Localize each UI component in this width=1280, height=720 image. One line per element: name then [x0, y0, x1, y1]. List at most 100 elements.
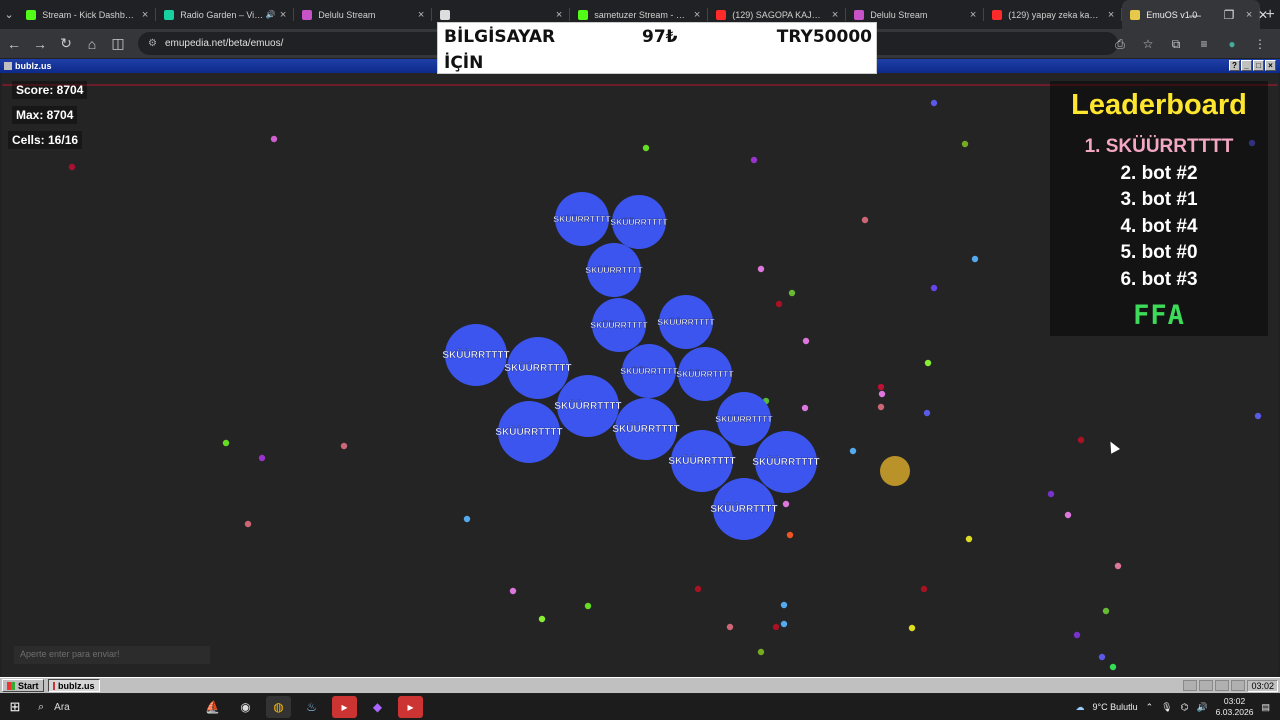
taskbar-item-bublz[interactable]: bublz.us — [47, 679, 100, 692]
back-button[interactable]: ← — [2, 32, 26, 56]
browser-tab[interactable]: Stream - Kick Dashboard × — [18, 0, 157, 29]
windows-clock[interactable]: 03:02 6.03.2026 — [1216, 696, 1254, 718]
windows-logo-icon — [7, 681, 15, 690]
obs-icon[interactable]: ◉ — [233, 696, 258, 718]
minimize-button[interactable]: — — [1178, 0, 1212, 29]
tray-icon[interactable] — [1231, 680, 1246, 691]
tab-label: (129) yapay zeka kamera — [1008, 9, 1104, 20]
player-cell-name: SKÜÜRRTTTT — [553, 214, 611, 224]
site-info-icon[interactable]: ⚙ — [148, 38, 157, 49]
leaderboard-entry: 3. bot #1 — [1120, 189, 1198, 211]
player-cell: SKÜÜRRTTTT — [710, 478, 778, 540]
steam-icon[interactable]: ♨ — [299, 696, 324, 718]
tab-close-icon[interactable]: × — [556, 9, 562, 21]
install-app-icon[interactable]: ⎙ — [1106, 32, 1134, 56]
player-cell: SKÜÜRRTTTT — [676, 347, 735, 401]
media-controls-icon[interactable]: ≡ — [1190, 32, 1218, 56]
notification-icon[interactable]: ▤ — [1261, 702, 1270, 713]
pinned-apps: ⛵ ◉ ◍ ♨ ▸ ◆ ▸ — [200, 696, 423, 718]
emu-window-title: bublz.us — [15, 61, 52, 71]
promo-line2: İÇİN — [444, 53, 484, 73]
leaderboard-title: Leaderboard — [1071, 89, 1247, 121]
reload-button[interactable]: ↻ — [54, 32, 78, 56]
tray-icon[interactable] — [1199, 680, 1214, 691]
tab-label: Radio Garden – Virgin — [180, 9, 266, 20]
tab-close-icon[interactable]: × — [970, 9, 976, 21]
record-icon — [440, 9, 451, 20]
profile-avatar[interactable]: ● — [1218, 32, 1246, 56]
player-cell-name: SKÜÜRRTTTT — [610, 217, 668, 227]
leaderboard-entry: 1. SKÜÜRRTTTT — [1084, 136, 1234, 157]
tray-icon[interactable] — [1215, 680, 1230, 691]
close-window-button[interactable]: ✕ — [1246, 0, 1280, 29]
emu-start-label: Start — [18, 680, 39, 691]
player-cell: SKÜÜRRTTTT — [504, 337, 572, 399]
tab-close-icon[interactable]: × — [694, 9, 700, 21]
player-cell: SKÜÜRRTTTT — [752, 431, 820, 493]
extensions-icon[interactable]: ⧉ — [1162, 32, 1190, 56]
close-button[interactable]: × — [1265, 60, 1276, 71]
help-button[interactable]: ? — [1229, 60, 1240, 71]
weather-icon[interactable]: ☁ — [1075, 702, 1084, 713]
taskbar-search[interactable]: ⌕ Ara — [30, 694, 160, 720]
player-cell: SKÜÜRRTTTT — [585, 243, 644, 297]
tab-close-icon[interactable]: × — [418, 9, 424, 21]
chat-input[interactable]: Aperte enter para enviar! — [14, 646, 210, 664]
chevron-up-icon[interactable]: ⌃ — [1146, 702, 1154, 713]
promo-line1: BİLGİSAYAR — [444, 27, 556, 47]
restore-button[interactable]: ❐ — [1212, 0, 1246, 29]
tray-icon[interactable] — [1183, 680, 1198, 691]
minimize-button[interactable]: _ — [1241, 60, 1252, 71]
tab-label: Delulu Stream — [318, 9, 376, 20]
network-icon[interactable]: ⌬ — [1181, 702, 1189, 713]
player-cell-name: SKÜÜRRTTTT — [442, 348, 509, 361]
promo-overlay: BİLGİSAYAR İÇİN 97₺ TRY50000 — [437, 22, 877, 74]
tab-close-icon[interactable]: × — [832, 9, 838, 21]
game-canvas[interactable]: SKÜÜRRTTTT SKÜÜRRTTTT SKÜÜRRTTTT SKÜÜRRTTTT… — [2, 73, 1278, 677]
clock-date: 6.03.2026 — [1215, 707, 1254, 717]
delulu-icon — [302, 9, 313, 20]
leaderboard-entry: 5. bot #0 — [1120, 242, 1198, 264]
weather-text[interactable]: 9°C Bulutlu — [1092, 702, 1137, 712]
tab-label: (129) SAGOPA KAJMER - ( — [732, 9, 828, 20]
red-app-icon[interactable]: ▸ — [398, 696, 423, 718]
tab-label: Stream - Kick Dashboard — [42, 9, 138, 20]
tab-close-icon[interactable]: × — [280, 9, 286, 21]
side-panel-button[interactable]: ◫ — [106, 32, 130, 56]
youtube-icon — [716, 9, 727, 20]
bookmark-star-icon[interactable]: ☆ — [1134, 32, 1162, 56]
ship-app-icon[interactable]: ⛵ — [200, 696, 225, 718]
player-cell: SKÜÜRRTTTT — [668, 430, 736, 492]
tab-close-icon[interactable]: × — [1108, 9, 1114, 21]
red-app-icon[interactable]: ▸ — [332, 696, 357, 718]
tab-audio-icon[interactable]: 🔊 — [266, 10, 276, 19]
discord-icon[interactable]: ◆ — [365, 696, 390, 718]
player-cell-name: SKÜÜRRTTTT — [585, 265, 643, 275]
tab-label: Delulu Stream — [870, 9, 928, 20]
window-controls: — ❐ ✕ — [1178, 0, 1280, 29]
windows-start-button[interactable]: ⊞ — [0, 699, 30, 715]
player-cell: SKÜÜRRTTTT — [553, 192, 612, 246]
maximize-button[interactable]: □ — [1253, 60, 1264, 71]
microphone-icon[interactable]: 🎙 — [1161, 702, 1172, 713]
browser-menu-icon[interactable]: ⋮ — [1246, 32, 1274, 56]
kick-icon — [26, 9, 37, 20]
tab-close-icon[interactable]: × — [142, 9, 148, 21]
browser-tab[interactable]: Radio Garden – Virgin 🔊 × — [156, 0, 295, 29]
delulu-icon — [854, 9, 865, 20]
cell-count-display: Cells: 16/16 — [8, 131, 83, 149]
windows-taskbar: ⊞ ⌕ Ara ⛵ ◉ ◍ ♨ ▸ ◆ ▸ ☁ 9°C Bulutlu ⌃ 🎙 … — [0, 694, 1280, 720]
player-cell-name: SKÜÜRRTTTT — [554, 399, 621, 412]
windows-system-tray: ☁ 9°C Bulutlu ⌃ 🎙 ⌬ 🔊 03:02 6.03.2026 ▤ — [1075, 694, 1270, 720]
emu-start-button[interactable]: Start — [2, 679, 44, 692]
search-label: Ara — [54, 701, 70, 713]
home-button[interactable]: ⌂ — [80, 32, 104, 56]
forward-button[interactable]: → — [28, 32, 52, 56]
volume-icon[interactable]: 🔊 — [1196, 702, 1207, 713]
app-icon — [52, 681, 56, 690]
chrome-icon[interactable]: ◍ — [266, 696, 291, 718]
player-cell: SKÜÜRRTTTT — [620, 344, 679, 398]
tab-search-button[interactable]: ⌄ — [0, 0, 18, 29]
browser-tab[interactable]: Delulu Stream × — [294, 0, 433, 29]
browser-tab[interactable]: (129) yapay zeka kamera × — [984, 0, 1123, 29]
